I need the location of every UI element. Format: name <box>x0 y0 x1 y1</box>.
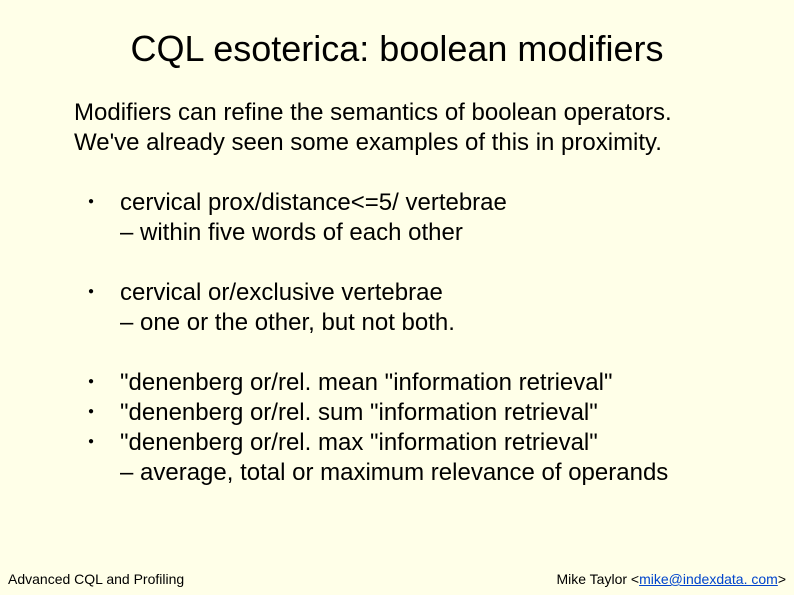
bullet-main: cervical or/exclusive vertebrae <box>120 279 443 306</box>
list-item: "denenberg or/rel. max "information retr… <box>80 428 754 488</box>
footer-left: Advanced CQL and Profiling <box>8 571 184 587</box>
bullet-main: "denenberg or/rel. max "information retr… <box>120 429 598 456</box>
footer-author-prefix: Mike Taylor < <box>556 571 639 587</box>
intro-paragraph: Modifiers can refine the semantics of bo… <box>0 98 794 158</box>
slide-title: CQL esoterica: boolean modifiers <box>0 28 794 70</box>
footer: Advanced CQL and Profiling Mike Taylor <… <box>8 571 786 587</box>
list-item: "denenberg or/rel. mean "information ret… <box>80 368 754 398</box>
bullet-main: cervical prox/distance<=5/ vertebrae <box>120 189 507 216</box>
bullet-sub: – within five words of each other <box>120 218 754 248</box>
footer-email-link[interactable]: mike@indexdata. com <box>639 571 778 587</box>
list-item: cervical prox/distance<=5/ vertebrae– wi… <box>80 188 754 248</box>
slide: CQL esoterica: boolean modifiers Modifie… <box>0 0 794 595</box>
bullet-sub: – average, total or maximum relevance of… <box>120 458 754 488</box>
bullet-main: "denenberg or/rel. sum "information retr… <box>120 399 598 426</box>
list-item: "denenberg or/rel. sum "information retr… <box>80 398 754 428</box>
footer-author-suffix: > <box>778 571 786 587</box>
list-item: cervical or/exclusive vertebrae– one or … <box>80 278 754 338</box>
footer-right: Mike Taylor <mike@indexdata. com> <box>556 571 786 587</box>
bullet-sub: – one or the other, but not both. <box>120 308 754 338</box>
bullet-list: cervical prox/distance<=5/ vertebrae– wi… <box>0 188 794 488</box>
bullet-main: "denenberg or/rel. mean "information ret… <box>120 369 612 396</box>
